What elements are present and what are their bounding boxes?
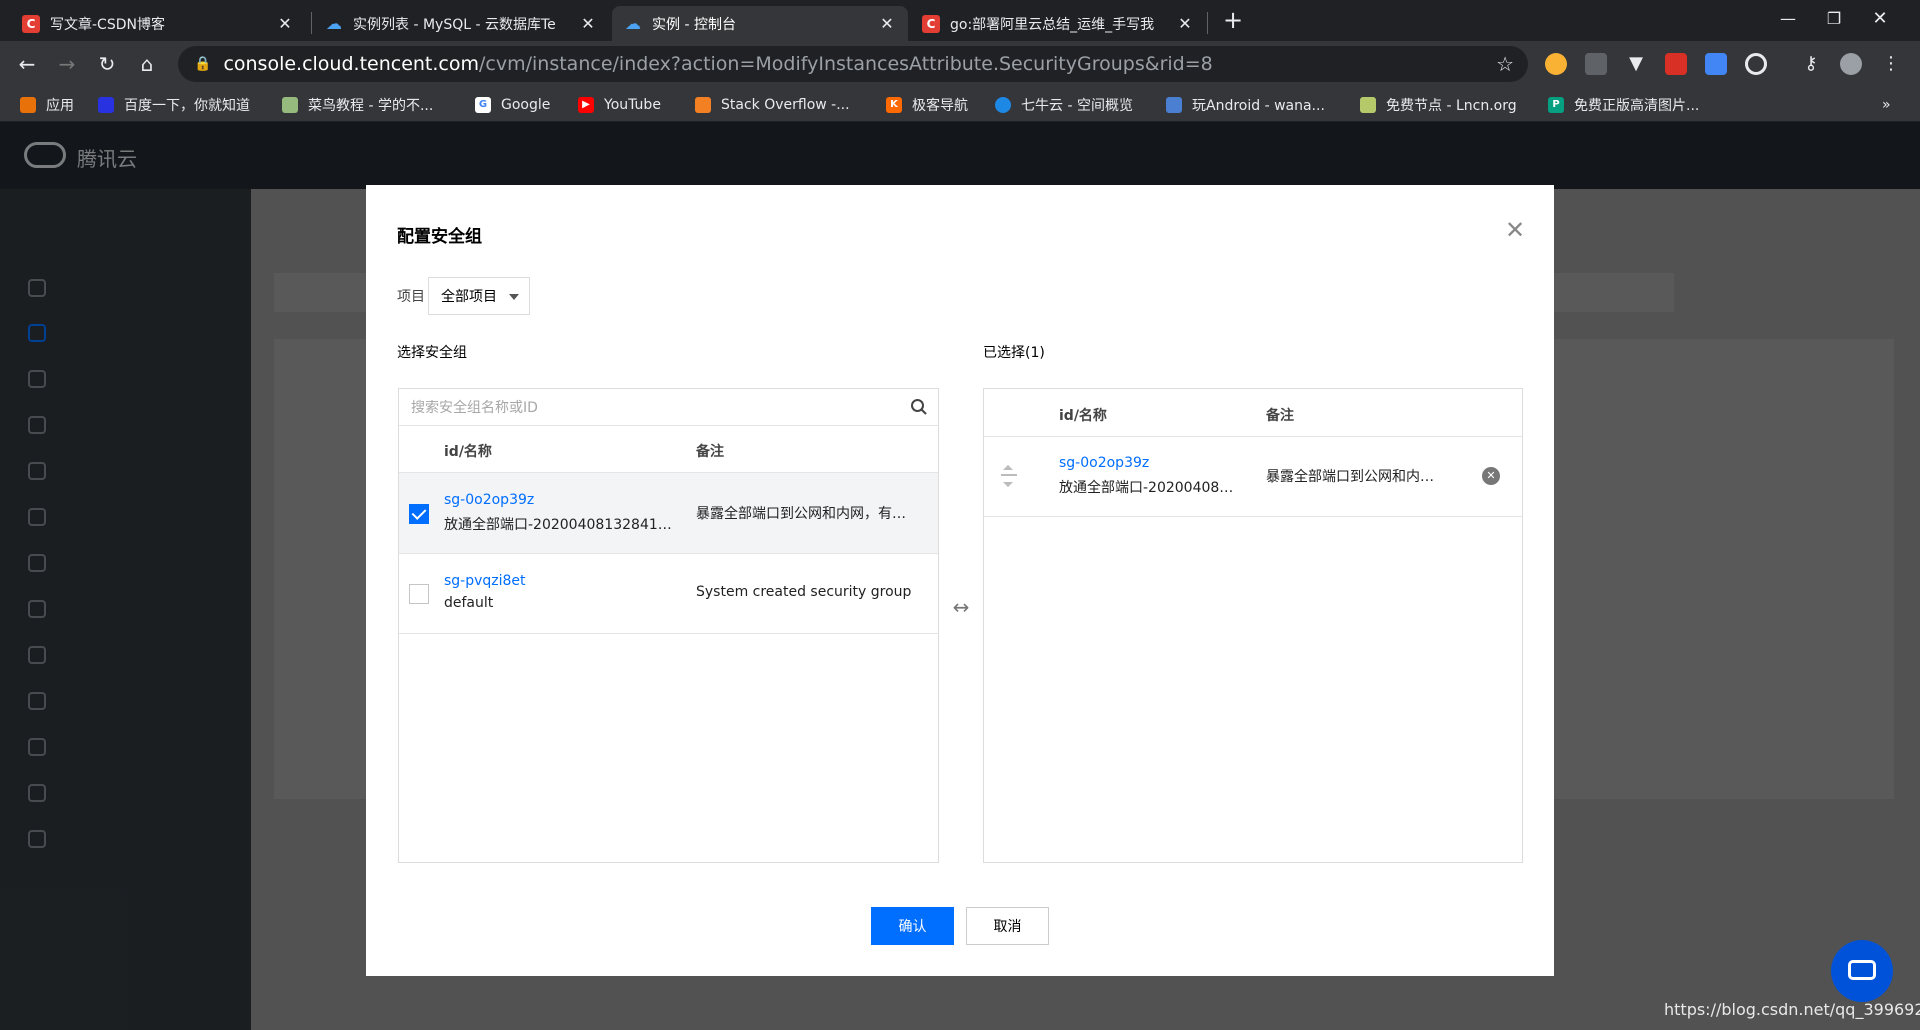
restore-icon[interactable]: ❐ (1811, 0, 1857, 36)
browser-toolbar: ← → ↻ ⌂ 🔒 console.cloud.tencent.com/cvm/… (0, 41, 1920, 87)
selected-count-label: 已选择(1) (983, 345, 1045, 361)
tab-csdn-write[interactable]: C 写文章-CSDN博客 ✕ (10, 6, 306, 41)
close-icon[interactable]: ✕ (276, 14, 294, 33)
bookmark-runoob[interactable]: 菜鸟教程 - 学的不... (282, 87, 433, 122)
bookmark-stackoverflow[interactable]: Stack Overflow -... (695, 87, 850, 122)
security-group-dialog: 配置安全组 ✕ 项目 全部项目 选择安全组 已选择(1) 搜索安全组名称或ID … (366, 185, 1554, 976)
chat-button[interactable] (1831, 940, 1893, 1002)
lock-icon: 🔒 (194, 56, 212, 72)
wanandroid-icon (1166, 96, 1182, 113)
lncn-icon (1360, 96, 1376, 113)
close-icon[interactable]: ✕ (579, 14, 597, 33)
youtube-icon: ▶ (578, 96, 594, 113)
row-checkbox[interactable] (409, 504, 429, 524)
tab-csdn-article[interactable]: C go:部署阿里云总结_运维_手写我 ✕ (910, 6, 1206, 41)
project-select[interactable]: 全部项目 (428, 277, 530, 315)
url-host: console.cloud.tencent.com (223, 53, 480, 75)
extension-jh-icon[interactable] (1705, 53, 1727, 75)
address-bar[interactable]: 🔒 console.cloud.tencent.com/cvm/instance… (178, 46, 1528, 82)
back-icon[interactable]: ← (12, 49, 42, 79)
stackoverflow-icon (695, 96, 711, 113)
tab-instance-console[interactable]: ☁ 实例 - 控制台 ✕ (612, 6, 908, 41)
dialog-title: 配置安全组 (397, 227, 482, 247)
bookmarks-bar: 应用 百度一下，你就知道 菜鸟教程 - 学的不... G Google ▶ YouT… (0, 87, 1920, 122)
csdn-icon: C (922, 14, 940, 33)
key-icon[interactable]: ⚷ (1800, 53, 1822, 75)
cancel-button[interactable]: 取消 (966, 907, 1049, 945)
jike-icon: K (886, 96, 902, 113)
google-icon: G (475, 96, 491, 113)
selected-groups-panel: id/名称 备注 sg-0o2op39z 放通全部端口-20200408… 暴露… (983, 388, 1523, 863)
menu-kebab-icon[interactable]: ⋮ (1880, 53, 1902, 75)
close-icon[interactable]: ✕ (1176, 14, 1194, 33)
bookmark-apps[interactable]: 应用 (20, 87, 74, 122)
minimize-icon[interactable]: — (1765, 0, 1811, 36)
runoob-icon (282, 96, 298, 113)
bookmark-baidu[interactable]: 百度一下，你就知道 (98, 87, 250, 122)
extension-color-icon[interactable] (1545, 53, 1567, 75)
avatar[interactable] (1840, 53, 1862, 75)
chat-icon (1848, 960, 1876, 980)
url-path: /cvm/instance/index?action=ModifyInstanc… (479, 53, 1213, 75)
new-tab-icon[interactable]: + (1218, 5, 1248, 35)
table-row[interactable]: sg-pvqzi8et default System created secur… (399, 554, 938, 634)
search-input[interactable]: 搜索安全组名称或ID (399, 389, 938, 426)
close-icon[interactable]: ✕ (1503, 218, 1527, 242)
tab-mysql-instances[interactable]: ☁ 实例列表 - MySQL - 云数据库Te ✕ (313, 6, 609, 41)
project-label: 项目 (397, 289, 425, 305)
bookmark-lncn[interactable]: 免费节点 - Lncn.org (1360, 87, 1517, 122)
search-icon[interactable] (910, 398, 928, 416)
browser-tab-strip: C 写文章-CSDN博客 ✕ ☁ 实例列表 - MySQL - 云数据库Te ✕… (0, 0, 1920, 41)
bookmark-jike[interactable]: K 极客导航 (886, 87, 968, 122)
bookmark-qiniu[interactable]: 七牛云 - 空间概览 (995, 87, 1133, 122)
available-groups-panel: 搜索安全组名称或ID id/名称 备注 sg-0o2op39z 放通全部端口-2… (398, 388, 939, 863)
row-checkbox[interactable] (409, 584, 429, 604)
more-bookmarks[interactable]: » (1882, 87, 1891, 122)
csdn-icon: C (22, 14, 40, 33)
baidu-icon (98, 96, 114, 113)
extension-dots-icon[interactable] (1585, 53, 1607, 75)
table-row[interactable]: sg-0o2op39z 放通全部端口-20200408132841… 暴露全部端… (399, 473, 938, 554)
watermark: https://blog.csdn.net/qq_39969226 (1664, 1000, 1920, 1019)
confirm-button[interactable]: 确认 (871, 907, 954, 945)
reload-icon[interactable]: ↻ (92, 49, 122, 79)
bookmark-star-icon[interactable]: ☆ (1496, 52, 1514, 76)
bookmark-google[interactable]: G Google (475, 87, 550, 122)
forward-icon[interactable]: → (52, 49, 82, 79)
table-header: id/名称 备注 (399, 426, 938, 473)
apps-icon (20, 96, 36, 113)
bookmark-youtube[interactable]: ▶ YouTube (578, 87, 661, 122)
transfer-icon: ↔ (952, 595, 970, 619)
home-icon[interactable]: ⌂ (132, 49, 162, 79)
extension-red-icon[interactable] (1665, 53, 1687, 75)
extension-v-icon[interactable]: ▼ (1625, 53, 1647, 75)
window-close-icon[interactable]: ✕ (1857, 0, 1903, 36)
tencent-cloud-icon: ☁ (326, 14, 342, 33)
table-header: id/名称 备注 (984, 389, 1522, 437)
pexels-icon: P (1548, 96, 1564, 113)
qiniu-icon (995, 96, 1011, 113)
bookmark-pexels[interactable]: P 免费正版高清图片... (1548, 87, 1699, 122)
extension-target-icon[interactable] (1745, 53, 1767, 75)
remove-icon[interactable]: ✕ (1482, 467, 1500, 485)
tencent-cloud-icon: ☁ (625, 14, 641, 33)
caret-down-icon (509, 294, 519, 300)
drag-handle-icon[interactable] (1000, 465, 1018, 487)
close-icon[interactable]: ✕ (878, 14, 896, 33)
select-group-label: 选择安全组 (397, 345, 467, 361)
table-row[interactable]: sg-0o2op39z 放通全部端口-20200408… 暴露全部端口到公网和内… (984, 437, 1522, 517)
bookmark-wanandroid[interactable]: 玩Android - wana... (1166, 87, 1325, 122)
